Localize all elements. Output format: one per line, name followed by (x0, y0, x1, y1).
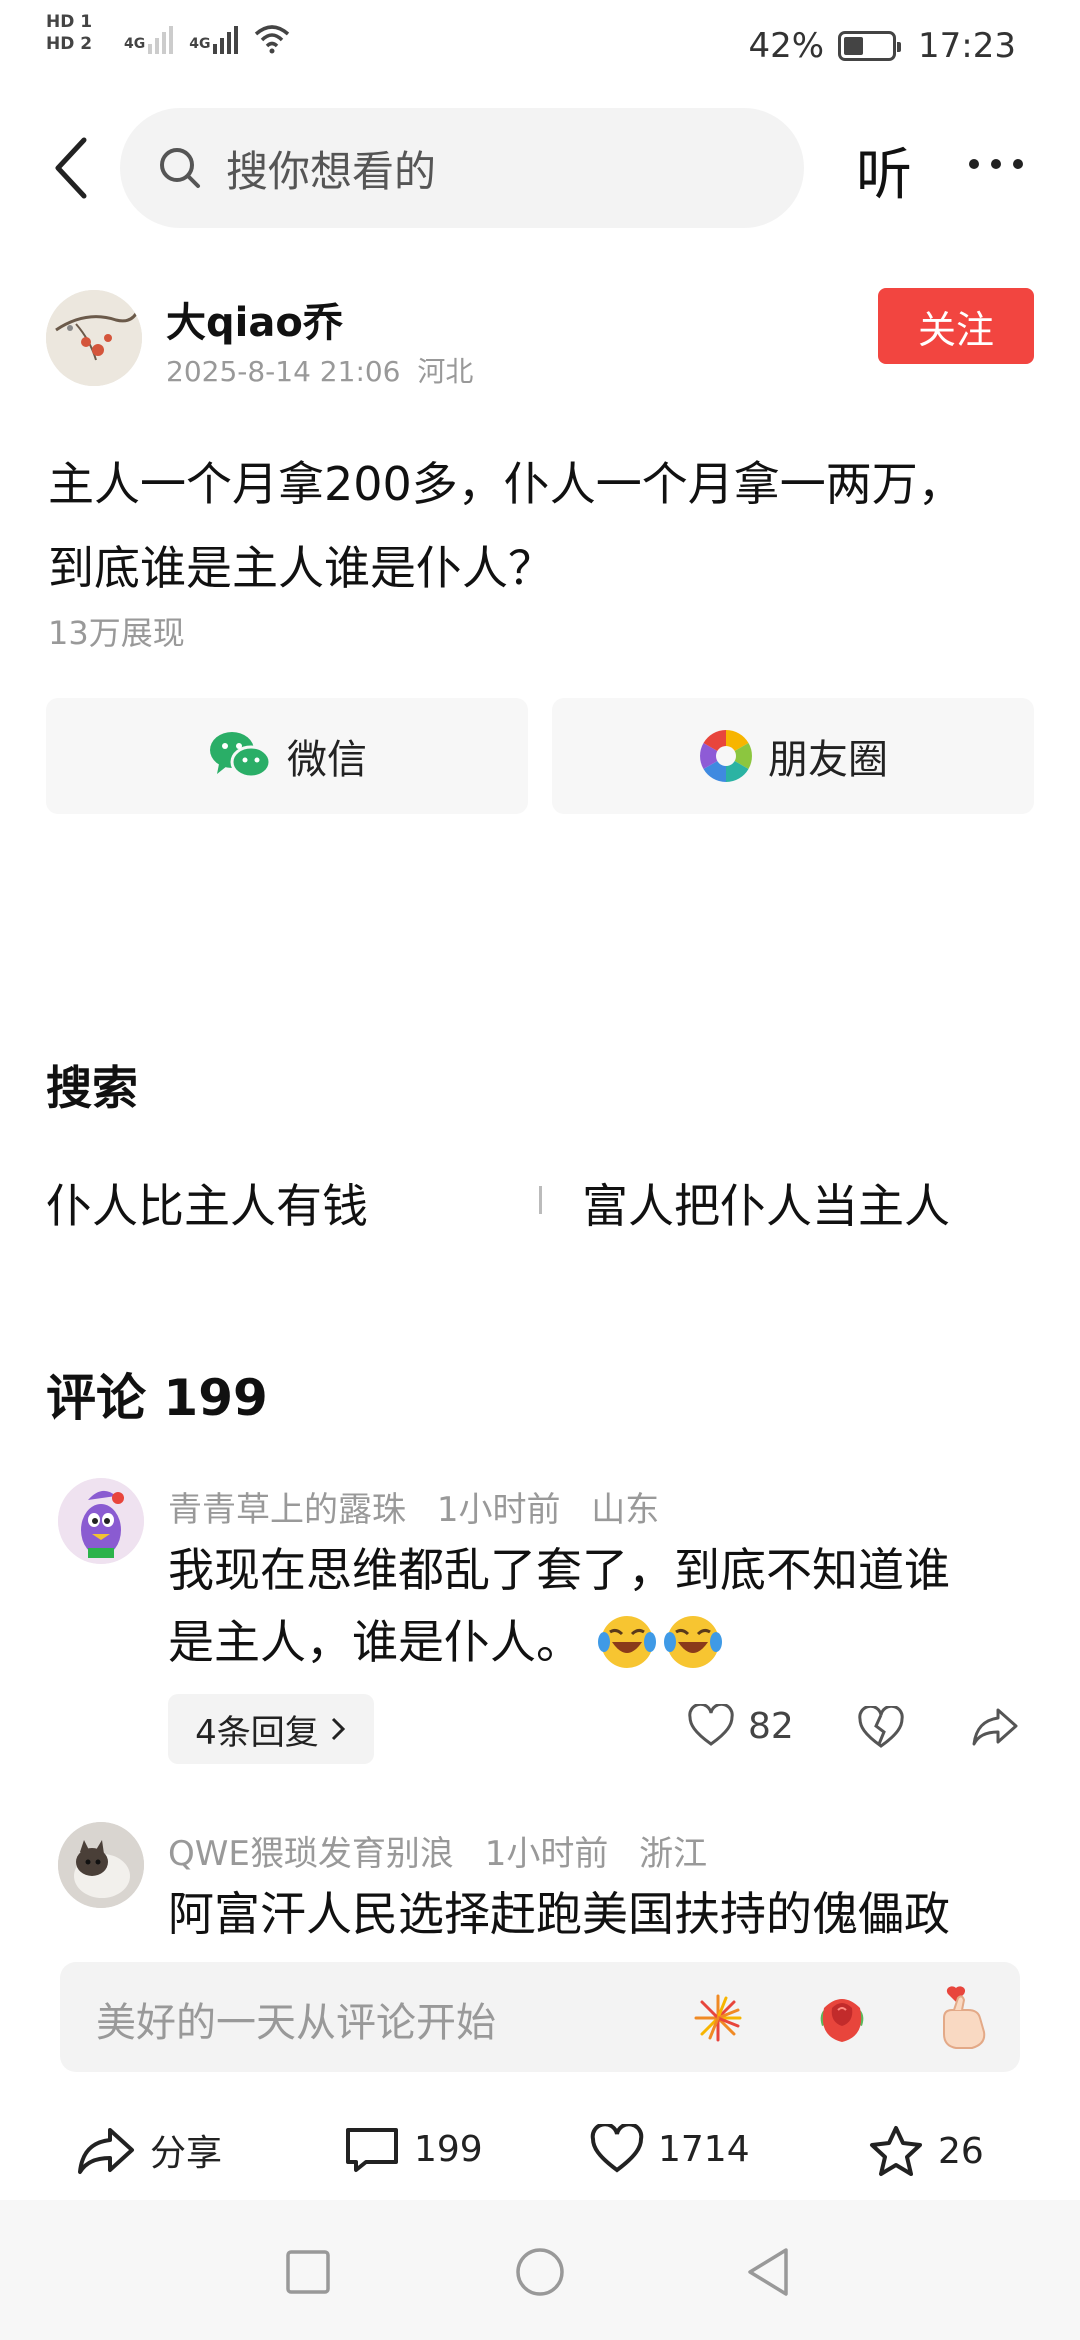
moments-icon (700, 730, 752, 782)
author-name[interactable]: 大qiao乔 (166, 290, 343, 348)
search-input[interactable]: 搜你想看的 (120, 108, 804, 228)
clock: 17:23 (918, 26, 1016, 66)
status-right: 42% 17:23 (748, 26, 1016, 66)
system-nav-bar (0, 2200, 1080, 2340)
comment-user[interactable]: 青青草上的露珠 (168, 1490, 406, 1530)
back-icon[interactable] (50, 134, 92, 202)
comment-text: 我现在思维都乱了套了，到底不知道谁 是主人，谁是仆人。 (168, 1534, 1028, 1678)
wifi-icon (255, 25, 290, 54)
comment-text: 阿富汗人民选择赶跑美国扶持的傀儡政 (168, 1878, 1028, 1948)
signal-icon: 4G (124, 26, 174, 54)
share-icon (78, 2128, 134, 2174)
battery-icon (838, 31, 902, 61)
more-icon[interactable] (964, 154, 1028, 174)
search-keyword[interactable]: 仆人比主人有钱 (46, 1170, 368, 1236)
comment-input-placeholder: 美好的一天从评论开始 (96, 2000, 496, 2046)
post-meta: 2025-8-14 21:06 河北 (166, 350, 473, 390)
comments-heading: 评论 199 (46, 1369, 268, 1427)
search-section-heading: 搜索 (46, 1061, 138, 1115)
post-title-line: 到底谁是主人谁是仆人？ (48, 541, 554, 595)
like-button[interactable]: 1714 (590, 2124, 750, 2174)
comment-time: 1小时前 (436, 1490, 561, 1530)
comment-text-line: 阿富汗人民选择赶跑美国扶持的傀儡政 (168, 1887, 950, 1941)
heart-icon (590, 2124, 644, 2173)
share-wechat-button[interactable]: 微信 (46, 698, 528, 814)
bottom-action-bar: 分享 199 1714 26 (0, 2100, 1080, 2200)
listen-button[interactable]: 听 (856, 130, 912, 211)
comment-input[interactable]: 美好的一天从评论开始 (60, 1962, 1020, 2072)
replies-label: 4条回复 (195, 1712, 319, 1753)
share-moments-label: 朋友圈 (768, 737, 888, 783)
laugh-cry-emoji-icon (664, 1616, 722, 1668)
comment-user[interactable]: QWE猥琐发育别浪 (168, 1834, 454, 1874)
home-icon[interactable] (514, 2246, 566, 2298)
commenter-avatar[interactable] (58, 1478, 144, 1564)
commenter-avatar[interactable] (58, 1822, 144, 1908)
post-title-line: 主人一个月拿200多，仆人一个月拿一两万， (48, 457, 964, 511)
comment-text-line: 是主人，谁是仆人。 (168, 1615, 582, 1669)
recent-apps-icon[interactable] (284, 2248, 332, 2296)
top-bar: 搜你想看的 听 (0, 108, 1080, 228)
comment-like-count: 82 (748, 1705, 794, 1747)
search-keyword[interactable]: 富人把仆人当主人 (582, 1170, 950, 1236)
heart-icon (688, 1704, 734, 1746)
comments-button[interactable]: 199 (344, 2124, 483, 2174)
view-replies-button[interactable]: 4条回复 (168, 1694, 374, 1764)
comment-meta: 青青草上的露珠 1小时前 山东 (168, 1482, 659, 1531)
comment-icon (346, 2128, 398, 2172)
sim-indicators: HD 1 HD 2 (46, 12, 92, 54)
nav-back-icon[interactable] (744, 2246, 792, 2298)
hd2-label: HD 2 (46, 34, 93, 54)
likes-count: 1714 (658, 2128, 750, 2170)
wechat-icon (210, 732, 272, 779)
chevron-right-icon (331, 1717, 345, 1741)
signal-icon: 4G (189, 26, 239, 54)
favorites-count: 26 (938, 2130, 984, 2172)
share-button[interactable]: 分享 (76, 2124, 222, 2176)
comment-location: 浙江 (639, 1834, 708, 1874)
status-bar: HD 1 HD 2 4G 4G 42% 17:23 (0, 0, 1080, 96)
share-moments-button[interactable]: 朋友圈 (552, 698, 1034, 814)
network-type-2: 4G (189, 36, 211, 52)
signal-icons: 4G 4G (124, 22, 292, 54)
search-placeholder: 搜你想看的 (226, 146, 437, 196)
fireworks-icon[interactable] (690, 1990, 746, 2046)
battery-percent: 42% (748, 26, 825, 66)
laugh-cry-emoji-icon (598, 1616, 656, 1668)
star-icon (870, 2126, 922, 2176)
share-label: 分享 (150, 2133, 223, 2174)
post-timestamp: 2025-8-14 21:06 (166, 355, 401, 388)
share-icon[interactable] (970, 1704, 1020, 1750)
share-wechat-label: 微信 (287, 737, 367, 783)
broken-heart-icon[interactable] (858, 1706, 904, 1750)
view-count: 13万展现 (48, 614, 185, 652)
post-location: 河北 (417, 355, 474, 388)
comment-location: 山东 (591, 1490, 660, 1530)
comment-text-line: 我现在思维都乱了套了，到底不知道谁 (168, 1543, 950, 1597)
network-type-1: 4G (124, 36, 146, 52)
favorite-button[interactable]: 26 (868, 2124, 984, 2178)
search-icon (160, 148, 200, 188)
finger-heart-icon[interactable] (934, 1984, 994, 2052)
author-avatar[interactable] (46, 290, 142, 386)
comment-time: 1小时前 (484, 1834, 609, 1874)
keyword-divider (539, 1186, 542, 1214)
rose-icon[interactable] (810, 1986, 874, 2050)
follow-button[interactable]: 关注 (878, 288, 1034, 364)
comments-count: 199 (414, 2128, 483, 2170)
hd1-label: HD 1 (46, 12, 93, 32)
comment-like-button[interactable]: 82 (688, 1704, 794, 1748)
post-title: 主人一个月拿200多，仆人一个月拿一两万， 到底谁是主人谁是仆人？ (48, 442, 1038, 610)
comment-meta: QWE猥琐发育别浪 1小时前 浙江 (168, 1826, 707, 1875)
